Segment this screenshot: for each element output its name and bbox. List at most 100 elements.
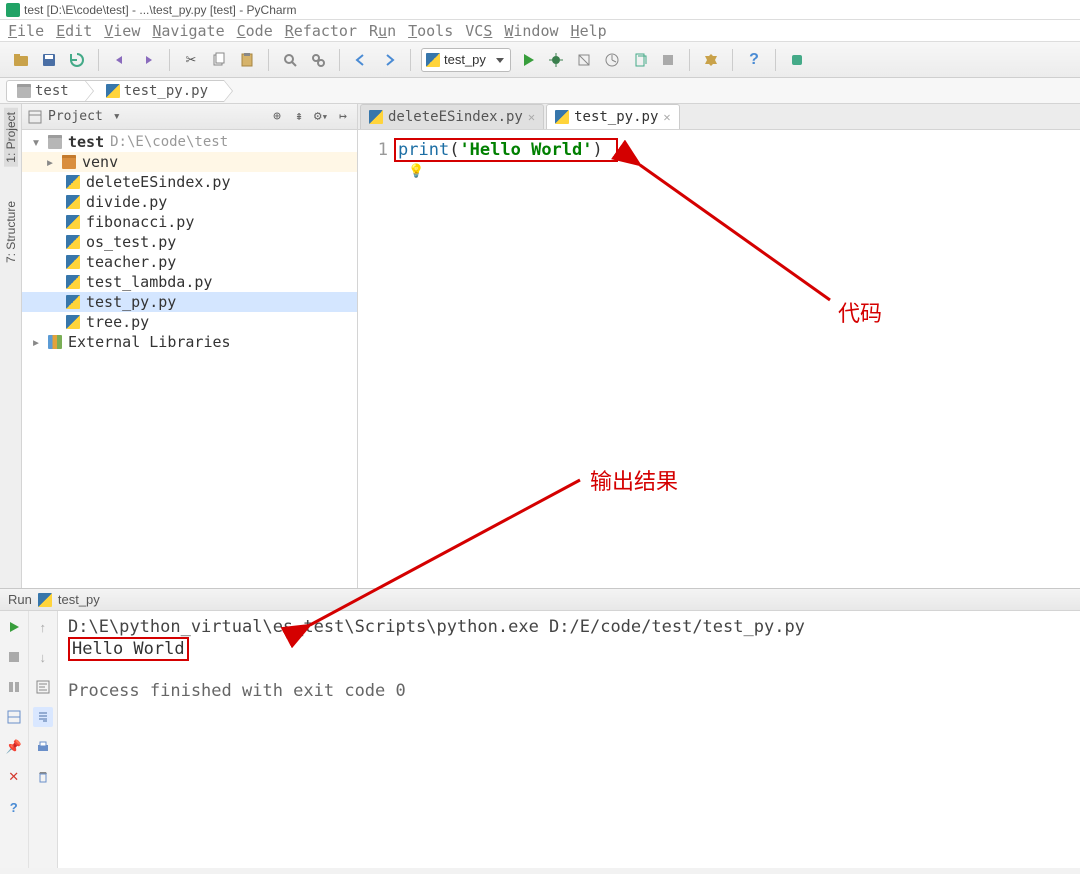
gear-icon[interactable]: ⚙▾ — [313, 109, 329, 125]
project-panel: Project ▾ ⊕ ⇞ ⚙▾ ↦ ▾ test D:\E\code\test… — [22, 104, 358, 588]
layout-icon[interactable] — [4, 707, 24, 727]
run-config-label: test_py — [444, 52, 486, 67]
window-title: test [D:\E\code\test] - ...\test_py.py [… — [24, 3, 297, 17]
console-output: Hello World — [68, 637, 189, 661]
tree-file[interactable]: divide.py — [22, 192, 357, 212]
side-tab-project[interactable]: 1: Project — [4, 108, 18, 167]
replace-icon[interactable] — [307, 49, 329, 71]
menu-navigate[interactable]: Navigate — [148, 22, 228, 40]
menu-help[interactable]: Help — [567, 22, 611, 40]
settings-icon[interactable] — [700, 49, 722, 71]
breadcrumb-item-root[interactable]: test — [6, 80, 85, 102]
run-console[interactable]: D:\E\python_virtual\es_test\Scripts\pyth… — [58, 611, 1080, 868]
help-icon[interactable]: ? — [743, 49, 765, 71]
tree-external-libs[interactable]: ▸ External Libraries — [22, 332, 357, 352]
tree-file[interactable]: fibonacci.py — [22, 212, 357, 232]
refresh-icon[interactable] — [66, 49, 88, 71]
menu-view[interactable]: View — [100, 22, 144, 40]
breadcrumb-bar: test test_py.py — [0, 78, 1080, 104]
redo-icon[interactable] — [137, 49, 159, 71]
update-icon[interactable] — [786, 49, 808, 71]
coverage-icon[interactable] — [573, 49, 595, 71]
menu-tools[interactable]: Tools — [404, 22, 457, 40]
python-file-icon — [66, 295, 80, 309]
back-icon[interactable] — [350, 49, 372, 71]
side-tab-structure[interactable]: 7: Structure — [4, 197, 18, 267]
libraries-icon — [48, 335, 62, 349]
editor-area: deleteESindex.py ✕ test_py.py ✕ 1 print(… — [358, 104, 1080, 588]
pause-icon[interactable] — [4, 677, 24, 697]
python-icon — [369, 110, 383, 124]
attach-icon[interactable] — [629, 49, 651, 71]
cut-icon[interactable]: ✂ — [180, 49, 202, 71]
debug-icon[interactable] — [545, 49, 567, 71]
run-icon[interactable] — [517, 49, 539, 71]
down-stack-icon[interactable]: ↓ — [33, 647, 53, 667]
menu-code[interactable]: Code — [233, 22, 277, 40]
pin-icon[interactable]: 📌 — [4, 737, 24, 757]
forward-icon[interactable] — [378, 49, 400, 71]
tree-file-label: test_py.py — [86, 293, 176, 311]
collapse-all-icon[interactable]: ⇞ — [291, 109, 307, 125]
menu-vcs[interactable]: VCS — [461, 22, 496, 40]
expand-icon[interactable]: ▸ — [30, 333, 42, 351]
copy-icon[interactable] — [208, 49, 230, 71]
tree-file[interactable]: os_test.py — [22, 232, 357, 252]
tree-venv[interactable]: ▸ venv — [22, 152, 357, 172]
run-side-toolbar: 📌 ✕ ? ↑ ↓ — [0, 611, 58, 868]
editor-tab-deleteesindex[interactable]: deleteESindex.py ✕ — [360, 104, 544, 129]
profile-icon[interactable] — [601, 49, 623, 71]
lightbulb-icon[interactable]: 💡 — [408, 164, 424, 179]
line-number: 1 — [358, 140, 388, 160]
hide-icon[interactable]: ↦ — [335, 109, 351, 125]
tree-root[interactable]: ▾ test D:\E\code\test — [22, 132, 357, 152]
tree-file[interactable]: teacher.py — [22, 252, 357, 272]
close-tab-icon[interactable]: ✕ — [663, 110, 670, 124]
menu-file[interactable]: File — [4, 22, 48, 40]
python-file-icon — [66, 175, 80, 189]
open-icon[interactable] — [10, 49, 32, 71]
close-run-icon[interactable]: ✕ — [4, 767, 24, 787]
paste-icon[interactable] — [236, 49, 258, 71]
print-icon[interactable] — [33, 737, 53, 757]
project-tree: ▾ test D:\E\code\test ▸ venv deleteESind… — [22, 130, 357, 588]
close-tab-icon[interactable]: ✕ — [528, 110, 535, 124]
save-all-icon[interactable] — [38, 49, 60, 71]
console-cmd-line: D:\E\python_virtual\es_test\Scripts\pyth… — [68, 617, 1070, 637]
stop-icon[interactable] — [4, 647, 24, 667]
run-config-selector[interactable]: test_py — [421, 48, 511, 72]
menu-run[interactable]: Run — [365, 22, 400, 40]
left-tool-tabs: 1: Project 7: Structure — [0, 104, 22, 588]
chevron-down-icon[interactable]: ▾ — [109, 109, 125, 125]
console-exit-line: Process finished with exit code 0 — [68, 681, 1070, 701]
help-run-icon[interactable]: ? — [4, 797, 24, 817]
menu-window[interactable]: Window — [500, 22, 562, 40]
python-file-icon — [66, 315, 80, 329]
menu-refactor[interactable]: Refactor — [281, 22, 361, 40]
tree-file-label: deleteESindex.py — [86, 173, 231, 191]
tree-file[interactable]: test_py.py — [22, 292, 357, 312]
tree-file[interactable]: test_lambda.py — [22, 272, 357, 292]
python-icon — [106, 84, 120, 98]
find-icon[interactable] — [279, 49, 301, 71]
code-editor[interactable]: 1 print('Hello World') 💡 — [358, 130, 1080, 588]
breadcrumb-item-file[interactable]: test_py.py — [85, 80, 224, 102]
expand-icon[interactable]: ▾ — [30, 133, 42, 151]
rerun-icon[interactable] — [4, 617, 24, 637]
scroll-to-source-icon[interactable]: ⊕ — [269, 109, 285, 125]
menu-edit[interactable]: Edit — [52, 22, 96, 40]
up-stack-icon[interactable]: ↑ — [33, 617, 53, 637]
undo-icon[interactable] — [109, 49, 131, 71]
soft-wrap-icon[interactable] — [33, 677, 53, 697]
expand-icon[interactable]: ▸ — [44, 153, 56, 171]
run-header[interactable]: Run test_py — [0, 589, 1080, 611]
stop-icon[interactable] — [657, 49, 679, 71]
tree-file[interactable]: deleteESindex.py — [22, 172, 357, 192]
scroll-end-icon[interactable] — [33, 707, 53, 727]
python-file-icon — [66, 275, 80, 289]
tree-file-label: fibonacci.py — [86, 213, 194, 231]
tree-file[interactable]: tree.py — [22, 312, 357, 332]
clear-all-icon[interactable] — [33, 767, 53, 787]
editor-tab-test-py[interactable]: test_py.py ✕ — [546, 104, 680, 129]
folder-icon — [17, 84, 31, 98]
